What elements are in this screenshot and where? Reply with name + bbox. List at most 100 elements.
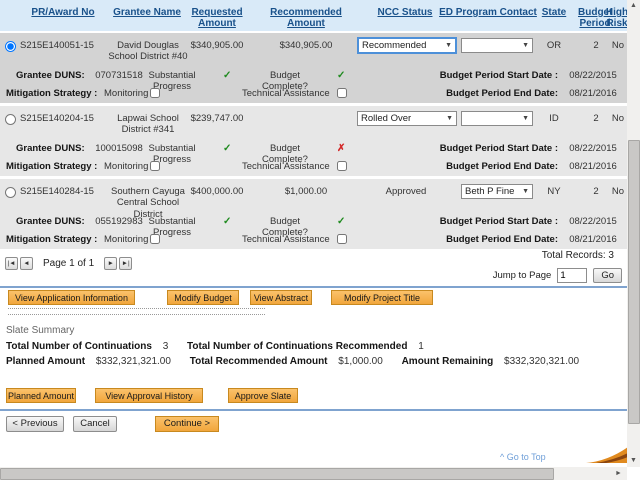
scroll-up-icon[interactable]: ▲ [627, 0, 640, 12]
planned-amount-label: Planned Amount [6, 356, 86, 367]
view-approval-history-button[interactable]: View Approval History [95, 388, 203, 403]
last-page-button[interactable]: ►| [119, 257, 133, 270]
select-award-radio[interactable] [5, 114, 16, 125]
chevron-down-icon: ▼ [446, 115, 453, 122]
ncc-status-value: Recommended [362, 40, 427, 51]
budget-period-start-date: 08/22/2015 [569, 70, 617, 81]
divider [0, 286, 627, 288]
next-page-button[interactable]: ► [104, 257, 118, 270]
monitoring-label: Monitoring [104, 234, 149, 245]
mitigation-strategy-label: Mitigation Strategy : [6, 234, 98, 245]
modify-budget-button[interactable]: Modify Budget [167, 290, 239, 305]
technical-assistance-label: Technical Assistance [242, 234, 330, 245]
monitoring-checkbox[interactable] [150, 161, 160, 171]
budget-period: 2 [593, 186, 599, 197]
jump-to-page-input[interactable] [557, 268, 588, 283]
amounts-summary-line: Planned Amount $332,321,321.00 Total Rec… [6, 356, 595, 367]
scroll-right-icon[interactable]: ► [612, 467, 625, 480]
approve-slate-button[interactable]: Approve Slate [228, 388, 298, 403]
header-requested-amount[interactable]: Requested Amount [176, 7, 258, 29]
focus-dots [8, 308, 265, 315]
header-pr-award-no[interactable]: PR/Award No [18, 7, 108, 18]
pr-award-no: S215E140204-15 [20, 113, 94, 124]
technical-assistance-checkbox[interactable] [337, 234, 347, 244]
slate-summary-title: Slate Summary [6, 325, 75, 336]
jump-to-page-label: Jump to Page [492, 270, 552, 281]
grantee-duns-label: Grantee DUNS: [16, 70, 85, 81]
budget-period: 2 [593, 113, 599, 124]
vertical-scrollbar[interactable]: ▲ ▼ [627, 0, 640, 467]
budget-period-end-date: 08/21/2016 [569, 88, 617, 99]
total-recommended-amount-label: Total Recommended Amount [189, 356, 328, 367]
pr-award-no: S215E140284-15 [20, 186, 94, 197]
state: OR [546, 40, 562, 51]
planned-amount-button[interactable]: Planned Amount [6, 388, 76, 403]
ed-contact-select[interactable]: ▼ [461, 38, 533, 53]
table-row: S215E140284-15 Southern Cayuga Central S… [0, 179, 627, 249]
budget-period-end-label: Budget Period End Date: [446, 161, 558, 172]
select-award-radio[interactable] [5, 41, 16, 52]
budget-period-end-label: Budget Period End Date: [446, 88, 558, 99]
first-page-button[interactable]: |◄ [5, 257, 18, 270]
table-row: S215E140204-15 Lapwai School District #3… [0, 106, 627, 176]
mitigation-strategy-label: Mitigation Strategy : [6, 88, 98, 99]
header-state[interactable]: State [534, 7, 574, 18]
select-award-radio[interactable] [5, 187, 16, 198]
budget-complete-mark-icon: ✓ [337, 216, 346, 227]
table-header-row: PR/Award No Grantee Name Requested Amoun… [0, 0, 628, 33]
budget-complete-mark-icon: ✗ [337, 143, 346, 154]
budget-period-end-label: Budget Period End Date: [446, 234, 558, 245]
ncc-status-select[interactable]: Rolled Over ▼ [357, 111, 457, 126]
swoosh-logo [586, 445, 628, 465]
go-button[interactable]: Go [593, 268, 622, 283]
budget-period-start-date: 08/22/2015 [569, 216, 617, 227]
grant-slate-screen: PR/Award No Grantee Name Requested Amoun… [0, 0, 640, 480]
recommended-amount: $1,000.00 [284, 186, 328, 197]
technical-assistance-checkbox[interactable] [337, 88, 347, 98]
grantee-duns-label: Grantee DUNS: [16, 216, 85, 227]
pr-award-no: S215E140051-15 [20, 40, 94, 51]
header-recommended-amount[interactable]: Recommended Amount [258, 7, 354, 29]
previous-button[interactable]: < Previous [6, 416, 64, 432]
header-ed-program-contact[interactable]: ED Program Contact [428, 7, 548, 18]
recommended-amount: $340,905.00 [279, 40, 333, 51]
budget-period-end-date: 08/21/2016 [569, 234, 617, 245]
view-application-information-button[interactable]: View Application Information [8, 290, 135, 305]
cancel-button[interactable]: Cancel [73, 416, 117, 432]
continuations-recommended-value: 1 [418, 341, 424, 352]
mitigation-strategy-label: Mitigation Strategy : [6, 161, 98, 172]
ed-contact-select[interactable]: Beth P Fine ▼ [461, 184, 533, 199]
scrollbar-corner [627, 467, 640, 480]
scroll-down-icon[interactable]: ▼ [627, 455, 640, 467]
total-recommended-amount-value: $1,000.00 [338, 356, 383, 367]
state: ID [549, 113, 559, 124]
continuations-recommended-label: Total Number of Continuations Recommende… [187, 341, 408, 352]
budget-period-start-date: 08/22/2015 [569, 143, 617, 154]
technical-assistance-checkbox[interactable] [337, 161, 347, 171]
monitoring-checkbox[interactable] [150, 234, 160, 244]
chevron-down-icon: ▼ [445, 42, 452, 49]
horizontal-scrollbar[interactable]: ► [0, 467, 627, 480]
modify-project-title-button[interactable]: Modify Project Title [331, 290, 433, 305]
budget-period-end-date: 08/21/2016 [569, 161, 617, 172]
view-abstract-button[interactable]: View Abstract [250, 290, 312, 305]
previous-page-button[interactable]: ◄ [20, 257, 33, 270]
budget-period: 2 [593, 40, 599, 51]
total-continuations-value: 3 [162, 341, 169, 352]
horizontal-scrollbar-thumb[interactable] [0, 468, 554, 480]
ncc-status-select[interactable]: Recommended ▼ [357, 37, 457, 54]
continue-button[interactable]: Continue > [155, 416, 219, 432]
ed-contact-select[interactable]: ▼ [461, 111, 533, 126]
page-indicator: Page 1 of 1 [43, 258, 95, 269]
requested-amount: $340,905.00 [190, 40, 244, 51]
jump-to-page: Jump to Page Go [493, 268, 622, 283]
chevron-down-icon: ▼ [522, 42, 529, 49]
chevron-down-icon: ▼ [522, 115, 529, 122]
ncc-status-text: Approved [385, 186, 427, 197]
go-to-top-link[interactable]: ^ Go to Top [500, 452, 546, 462]
budget-period-start-label: Budget Period Start Date : [439, 143, 558, 154]
monitoring-checkbox[interactable] [150, 88, 160, 98]
state: NY [547, 186, 561, 197]
vertical-scrollbar-thumb[interactable] [628, 140, 640, 424]
monitoring-label: Monitoring [104, 88, 149, 99]
